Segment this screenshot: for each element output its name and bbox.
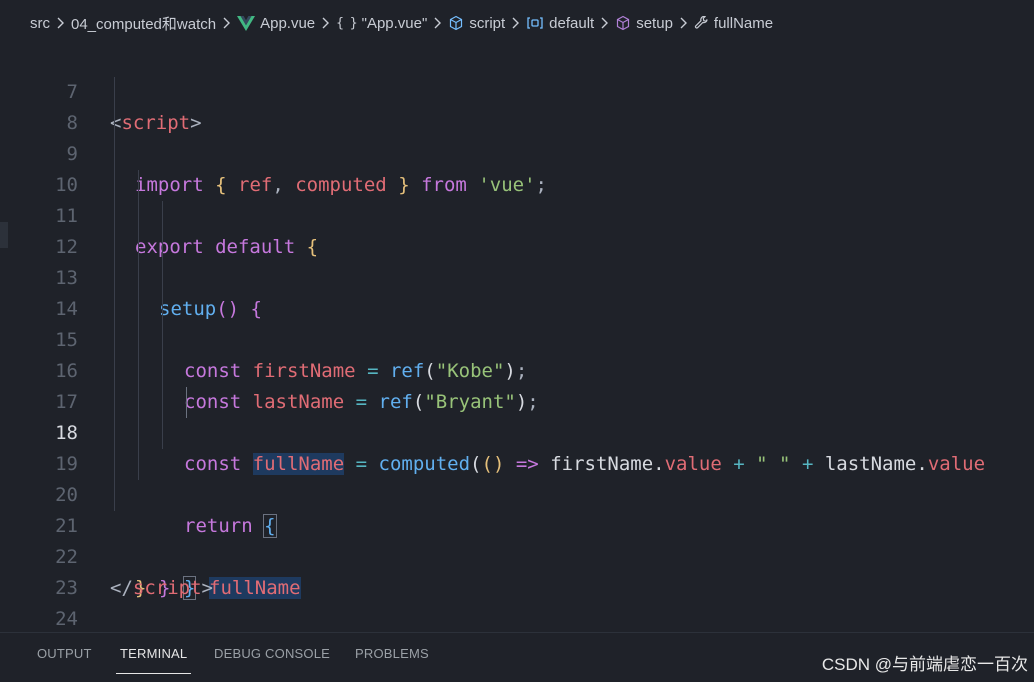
indent-guide [162, 263, 163, 294]
code-line[interactable]: 11 setup() { [0, 170, 1034, 320]
code-line[interactable]: 25 [0, 604, 1034, 632]
indent-guide [138, 418, 139, 449]
code-line-active[interactable]: 18 fullName [0, 387, 1034, 599]
indent-guide [162, 232, 163, 263]
indent-guide [138, 387, 139, 418]
code-line[interactable]: 17 return { [0, 356, 1034, 538]
indent-guide [114, 387, 115, 418]
breadcrumb-setup[interactable]: setup [615, 15, 673, 32]
code-line[interactable]: 13 const lastName = ref("Bryant"); [0, 232, 1034, 413]
code-line[interactable]: 19 } [0, 418, 1034, 600]
breadcrumb-src[interactable]: src [30, 15, 50, 32]
tab-output[interactable]: OUTPUT [37, 633, 92, 682]
indent-guide [114, 170, 115, 201]
code-line[interactable]: 7 <script> [0, 46, 1034, 134]
breadcrumb-label: script [469, 14, 506, 32]
code-line[interactable]: 10 export default { [0, 139, 1034, 258]
code-editor[interactable]: 7 <script> 8 import { ref, computed } fr… [0, 46, 1034, 632]
code-line[interactable]: 21 } [0, 480, 1034, 599]
indent-guide [114, 356, 115, 387]
breadcrumb: src 04_computed和watch App.vue { } "App.v… [0, 0, 1034, 46]
tab-terminal[interactable]: TERMINAL [115, 633, 192, 682]
watermark: CSDN @与前端虐恋一百次 [821, 655, 1028, 674]
indent-guide [138, 294, 139, 325]
chevron-right-icon [433, 17, 442, 29]
code-line[interactable]: 24 <style scoped> [0, 573, 1034, 630]
indent-guide [114, 480, 115, 511]
indent-guide [114, 108, 115, 139]
cube-icon [615, 15, 631, 31]
indent-guide-active [186, 387, 187, 418]
breadcrumb-label: src [30, 14, 50, 32]
indent-guide [162, 356, 163, 387]
indent-guide [114, 139, 115, 170]
indent-guide [162, 294, 163, 325]
chevron-right-icon [321, 17, 330, 29]
breadcrumb-module[interactable]: { } "App.vue" [336, 15, 427, 32]
breadcrumb-folder[interactable]: 04_computed和watch [71, 13, 216, 34]
symbol-variable-icon [526, 16, 544, 30]
indent-guide [114, 77, 115, 108]
breadcrumb-label: setup [636, 14, 673, 32]
braces-icon: { } [336, 15, 358, 31]
indent-guide [138, 201, 139, 232]
breadcrumb-script[interactable]: script [448, 15, 505, 32]
code-line[interactable]: 15 const fullName = computed(() => first… [0, 294, 1034, 475]
indent-guide [138, 232, 139, 263]
chevron-right-icon [511, 17, 520, 29]
wrench-icon [694, 15, 709, 31]
indent-guide [138, 449, 139, 480]
indent-guide [138, 356, 139, 387]
indent-guide [114, 294, 115, 325]
tab-debug-console[interactable]: DEBUG CONSOLE [214, 633, 330, 682]
code-line[interactable]: 16 [0, 325, 1034, 382]
chevron-right-icon [222, 17, 231, 29]
breadcrumb-label: 04_computed和watch [71, 15, 217, 33]
code-line[interactable]: 20 } [0, 449, 1034, 599]
indent-guide [114, 201, 115, 232]
breadcrumb-label: "App.vue" [361, 14, 428, 32]
breadcrumb-label: fullName [713, 14, 774, 32]
indent-guide [162, 418, 163, 449]
code-line[interactable]: 22 </script> [0, 511, 1034, 599]
code-line[interactable]: 14 [0, 263, 1034, 320]
indent-guide [138, 263, 139, 294]
breadcrumb-label: App.vue [260, 14, 316, 32]
breadcrumb-file[interactable]: App.vue [237, 15, 315, 32]
breadcrumb-fullname[interactable]: fullName [694, 15, 773, 32]
breadcrumb-label: default [549, 14, 595, 32]
chevron-right-icon [679, 17, 687, 29]
indent-guide [114, 325, 115, 356]
indent-guide [162, 325, 163, 356]
indent-guide [138, 325, 139, 356]
code-line[interactable]: 8 import { ref, computed } from 'vue'; [0, 77, 1034, 196]
breadcrumb-default[interactable]: default [526, 15, 594, 32]
code-line[interactable]: 23 [0, 542, 1034, 599]
indent-guide [162, 201, 163, 232]
tab-problems[interactable]: PROBLEMS [355, 633, 429, 682]
indent-guide [138, 170, 139, 201]
chevron-right-icon [56, 17, 64, 29]
indent-guide [162, 387, 163, 418]
code-line[interactable]: 9 [0, 108, 1034, 165]
cube-icon [448, 15, 464, 31]
indent-guide [114, 418, 115, 449]
vue-logo-icon [237, 15, 256, 31]
chevron-right-icon [600, 17, 609, 29]
indent-guide [114, 449, 115, 480]
indent-guide [114, 232, 115, 263]
indent-guide [114, 263, 115, 294]
code-line[interactable]: 12 const firstName = ref("Kobe"); [0, 201, 1034, 382]
